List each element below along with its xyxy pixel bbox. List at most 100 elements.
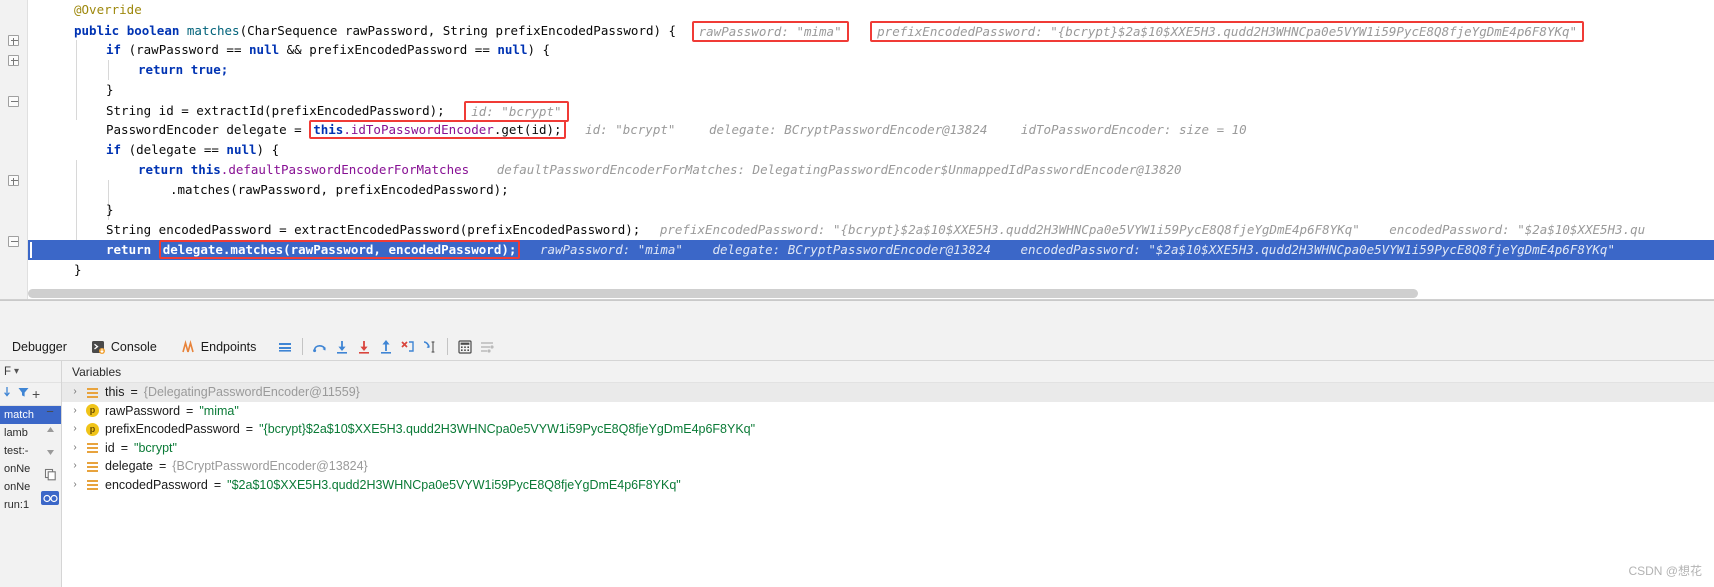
tab-console[interactable]: Console [79,333,169,361]
arrow-down-icon[interactable] [2,385,15,404]
variable-value-this: {DelegatingPasswordEncoder@11559} [143,385,360,399]
keyword-null-2: null [497,42,528,57]
expand-arrow-icon[interactable]: › [70,439,80,458]
code-line-8[interactable]: if (delegate == null) { [28,140,1714,160]
variables-header: Variables [62,361,1714,383]
expand-arrow-icon[interactable]: › [70,457,80,476]
calculator-icon[interactable] [454,336,476,358]
keyword-this-1: this [313,122,344,137]
expand-arrow-icon[interactable]: › [70,476,80,495]
expand-arrow-icon[interactable]: › [70,402,80,421]
run-to-cursor-icon[interactable] [419,336,441,358]
code-line-13-current[interactable]: return delegate.matches(rawPassword, enc… [28,240,1714,260]
tab-debugger[interactable]: Debugger [0,333,79,361]
minus-icon[interactable]: − [46,405,54,418]
plus-icon[interactable]: + [32,387,40,401]
text-caret [30,242,32,258]
step-into-icon[interactable] [331,336,353,358]
frames-thread-selector[interactable]: F ▾ [0,361,61,383]
variable-row-this[interactable]: › this = {DelegatingPasswordEncoder@1155… [62,383,1714,402]
inline-hint-delegate: delegate: BCryptPasswordEncoder@13824 [708,122,988,137]
toolbar-separator-2 [447,338,449,355]
editor-gutter[interactable] [0,0,28,300]
field-icon [86,386,99,399]
layout-settings-icon[interactable] [274,336,296,358]
ide-window: @Override public boolean matches(CharSeq… [0,0,1714,587]
variable-equals: = [158,459,167,473]
debug-tabs-bar[interactable]: Debugger Console Endpoints [0,333,1714,361]
fold-marker-method[interactable] [8,35,19,46]
highlight-box-delegate-matches[interactable]: delegate.matches(rawPassword, encodedPas… [158,240,521,259]
tab-endpoints[interactable]: Endpoints [169,333,269,361]
code-line-14[interactable]: } [28,260,1714,280]
variable-row-rawpassword[interactable]: › p rawPassword = "mima" [62,402,1714,421]
code-line-2[interactable]: public boolean matches(CharSequence rawP… [28,20,1714,42]
copy-icon[interactable] [44,468,57,486]
highlight-box-get-delegate[interactable]: this.idToPasswordEncoder.get(id); [309,120,566,139]
code-line-11[interactable]: } [28,200,1714,220]
keyword-this-2: this [190,162,221,177]
field-idtopasswordencoder: .idToPasswordEncoder [343,122,494,137]
code-line-3[interactable]: if (rawPassword == null && prefixEncoded… [28,40,1714,60]
closing-brace-2: } [106,202,114,217]
variables-list[interactable]: › this = {DelegatingPasswordEncoder@1155… [62,383,1714,587]
statement-extract-encoded-password: String encodedPassword = extractEncodedP… [106,222,641,237]
funnel-icon[interactable] [17,385,30,404]
triangle-down-icon[interactable] [44,445,57,463]
field-icon [86,460,99,473]
variable-equals: = [186,403,194,418]
code-line-9[interactable]: return this.defaultPasswordEncoderForMat… [28,160,1714,180]
inline-hint-box-id[interactable]: id: "bcrypt" [464,101,569,122]
endpoints-icon [181,339,195,354]
fold-marker-if[interactable] [8,55,19,66]
console-icon [91,340,105,354]
code-line-4[interactable]: return true; [28,60,1714,80]
variable-row-id[interactable]: › id = "bcrypt" [62,439,1714,458]
frames-side-toolbar[interactable]: − [40,405,60,505]
expand-arrow-icon[interactable]: › [70,383,80,402]
inline-hint-id: id: "bcrypt" [471,104,562,119]
fold-marker-region-c[interactable] [8,236,19,247]
keyword-true: true; [190,62,229,77]
force-step-into-icon[interactable] [353,336,375,358]
variable-row-delegate[interactable]: › delegate = {BCryptPasswordEncoder@1382… [62,457,1714,476]
variable-name-prefixencodedpassword: prefixEncodedPassword [105,422,240,436]
code-line-12[interactable]: String encodedPassword = extractEncodedP… [28,220,1714,240]
inline-hint-default-encoder: defaultPasswordEncoderForMatches: Delega… [496,162,1182,177]
method-name-matches: matches [186,23,240,38]
filter-settings-icon[interactable] [476,336,498,358]
step-out-icon[interactable] [375,336,397,358]
variable-row-encodedpassword[interactable]: › encodedPassword = "$2a$10$XXE5H3.qudd2… [62,476,1714,495]
keyword-null-1: null [249,42,280,57]
code-line-5[interactable]: } [28,80,1714,100]
inline-hint-box-prefixencodedpassword[interactable]: prefixEncodedPassword: "{bcrypt}$2a$10$X… [870,21,1585,42]
fold-marker-region-a[interactable] [8,96,19,107]
variable-row-prefixencodedpassword[interactable]: › p prefixEncodedPassword = "{bcrypt}$2a… [62,420,1714,439]
step-over-icon[interactable] [309,336,331,358]
drop-frame-icon[interactable] [397,336,419,358]
inline-hint-id-2: id: "bcrypt" [585,122,676,137]
field-defaultpasswordencoderformatches: .defaultPasswordEncoderForMatches [220,162,470,177]
code-line-6[interactable]: String id = extractId(prefixEncodedPassw… [28,100,1714,122]
frames-panel[interactable]: F ▾ + match lamb test:- onNe onNe run:1 [0,361,62,587]
code-line-7[interactable]: PasswordEncoder delegate = this.idToPass… [28,120,1714,140]
glasses-icon[interactable] [41,491,59,505]
expand-arrow-icon[interactable]: › [70,420,80,439]
code-line-10[interactable]: .matches(rawPassword, prefixEncodedPassw… [28,180,1714,200]
closing-brace-1: } [106,82,114,97]
toolbar-separator-1 [302,338,304,355]
code-line-1[interactable]: @Override [28,0,1714,20]
inline-hint-box-rawpassword[interactable]: rawPassword: "mima" [691,21,849,42]
chevron-down-icon[interactable]: ▾ [14,366,19,377]
triangle-up-icon[interactable] [44,422,57,440]
variable-value-prefixencodedpassword: "{bcrypt}$2a$10$XXE5H3.qudd2H3WHNCpa0e5V… [259,422,756,436]
keyword-return-1: return [138,62,184,77]
variable-equals: = [120,440,129,455]
param-icon: p [86,404,99,418]
frames-toolbar[interactable]: + [0,383,61,405]
closing-brace-method: } [74,262,82,277]
fold-marker-region-b[interactable] [8,175,19,186]
code-editor[interactable]: @Override public boolean matches(CharSeq… [0,0,1714,300]
code-lines[interactable]: @Override public boolean matches(CharSeq… [28,0,1714,300]
editor-horizontal-scrollbar[interactable] [28,289,1418,298]
